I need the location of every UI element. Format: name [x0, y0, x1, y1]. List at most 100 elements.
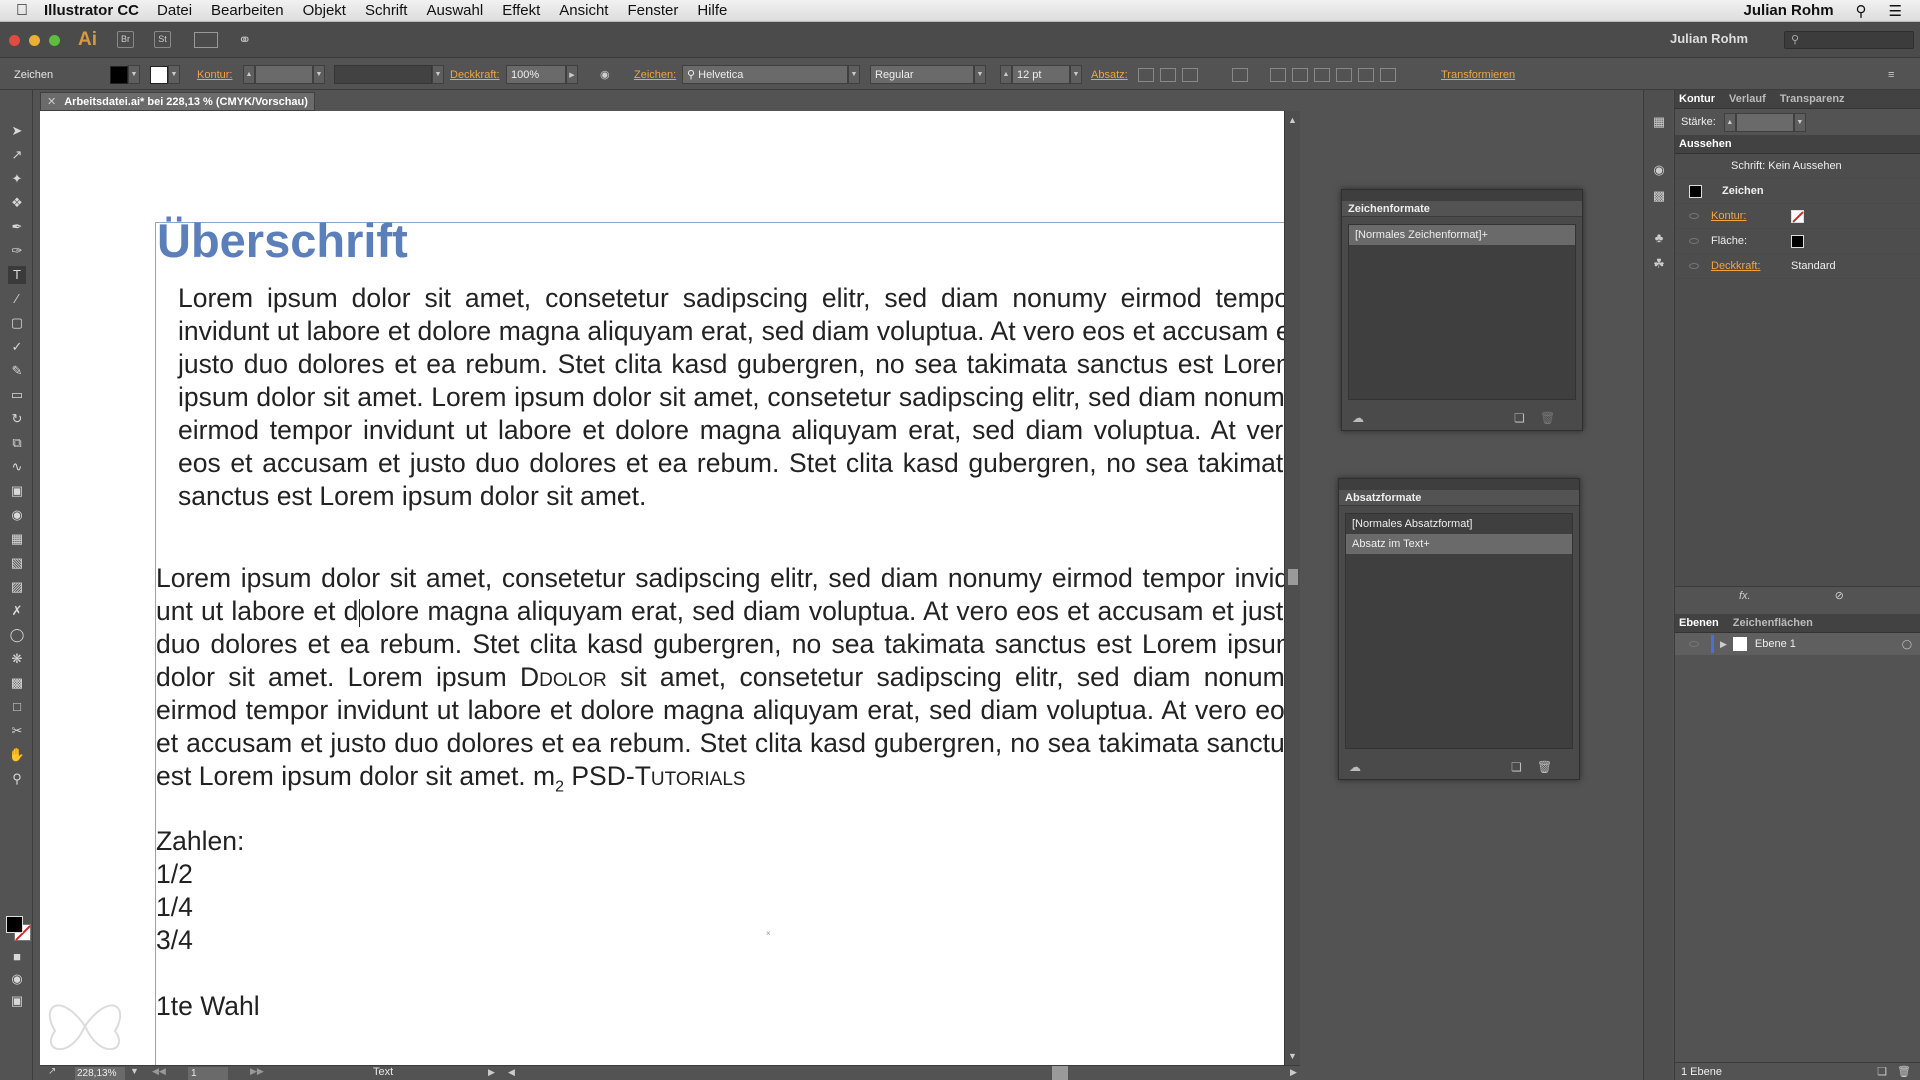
numbers-block[interactable]: Zahlen: 1/2 1/4 3/4 1te Wahl	[156, 825, 756, 1023]
spotlight-search-icon[interactable]: ⚲	[1856, 2, 1867, 20]
gradient-tool-icon[interactable]: ▨	[8, 578, 26, 596]
screen-mode-icon[interactable]: ▣	[8, 992, 26, 1010]
appearance-schrift-row[interactable]: Schrift: Kein Aussehen	[1675, 154, 1920, 179]
align-center-icon[interactable]	[1160, 67, 1176, 82]
help-search-input[interactable]: ⚲	[1784, 31, 1914, 49]
new-layer-icon[interactable]: ❏	[1877, 1065, 1887, 1078]
menu-fenster[interactable]: Fenster	[627, 2, 678, 19]
scroll-right-arrow-icon[interactable]: ▶	[1290, 1067, 1297, 1078]
eraser-tool-icon[interactable]: ▭	[8, 386, 26, 404]
absatzformate-tab[interactable]: Absatzformate	[1339, 490, 1579, 506]
add-effect-button[interactable]: fx.	[1739, 590, 1751, 602]
font-style-dropdown[interactable]: ▼	[974, 65, 986, 84]
zoom-tool-icon[interactable]: ⚲	[8, 770, 26, 788]
gpu-performance-icon[interactable]: ⚭	[238, 30, 251, 50]
status-menu-arrow-icon[interactable]: ▶	[488, 1067, 495, 1078]
bridge-button[interactable]: Br	[117, 31, 134, 48]
horizontal-scroll-thumb[interactable]	[1052, 1066, 1068, 1080]
zeichenformate-tab[interactable]: Zeichenformate	[1342, 201, 1582, 217]
staerke-field[interactable]	[1735, 112, 1794, 132]
staerke-dropdown[interactable]: ▼	[1793, 112, 1806, 132]
list-item-zeichenformat[interactable]: [Normales Zeichenformat]+	[1349, 225, 1575, 245]
workspace-switcher[interactable]: Julian Rohm	[1670, 31, 1748, 46]
free-transform-tool-icon[interactable]: ▣	[8, 482, 26, 500]
symbol-sprayer-tool-icon[interactable]: ❋	[8, 650, 26, 668]
app-name-menu[interactable]: Illustrator CC	[44, 2, 139, 19]
menu-bearbeiten[interactable]: Bearbeiten	[211, 2, 284, 19]
font-size-dropdown[interactable]: ▼	[1070, 65, 1082, 84]
shape-builder-tool-icon[interactable]: ◉	[8, 506, 26, 524]
layer-row[interactable]: ▶ Ebene 1 ◯	[1675, 633, 1920, 655]
deckkraft-link[interactable]: Deckkraft:	[1711, 260, 1791, 272]
tab-aussehen[interactable]: Aussehen	[1679, 138, 1732, 150]
vertical-scroll-thumb[interactable]	[1288, 569, 1298, 585]
arrange-documents-button[interactable]	[194, 32, 218, 48]
line-tool-icon[interactable]: ∕	[8, 290, 26, 308]
align-top-edges-icon[interactable]	[1336, 67, 1352, 82]
close-document-icon[interactable]: ✕	[47, 95, 56, 108]
panel-header[interactable]	[1342, 190, 1582, 201]
menu-datei[interactable]: Datei	[157, 2, 192, 19]
control-panel-menu-icon[interactable]: ≡	[1888, 69, 1894, 81]
blend-tool-icon[interactable]: ◯	[8, 626, 26, 644]
recolor-icon[interactable]: ◉	[600, 68, 610, 81]
rotate-tool-icon[interactable]: ↻	[8, 410, 26, 428]
swatches-icon[interactable]: ◉	[1651, 162, 1667, 178]
font-style-field[interactable]: Regular	[870, 65, 974, 84]
menu-schrift[interactable]: Schrift	[365, 2, 408, 19]
window-minimize-button[interactable]	[29, 35, 40, 46]
align-vertical-center-icon[interactable]	[1358, 67, 1374, 82]
warp-tool-icon[interactable]: ∿	[8, 458, 26, 476]
column-graph-tool-icon[interactable]: ▩	[8, 674, 26, 692]
list-item-absatzformat[interactable]: Absatz im Text+	[1346, 534, 1572, 554]
magic-wand-tool-icon[interactable]: ✦	[8, 170, 26, 188]
zeichen-label-link[interactable]: Zeichen:	[634, 69, 676, 81]
new-style-icon[interactable]: ❏	[1511, 760, 1522, 774]
layer-name[interactable]: Ebene 1	[1755, 638, 1796, 650]
scroll-down-arrow-icon[interactable]: ▼	[1288, 1051, 1297, 1061]
rectangle-tool-icon[interactable]: ▢	[8, 314, 26, 332]
transformieren-link[interactable]: Transformieren	[1441, 69, 1515, 81]
align-left-edges-icon[interactable]	[1270, 67, 1286, 82]
align-left-icon[interactable]	[1138, 67, 1154, 82]
selection-tool-icon[interactable]: ➤	[8, 122, 26, 140]
menu-hilfe[interactable]: Hilfe	[697, 2, 727, 19]
document-heading[interactable]: Überschrift	[157, 213, 408, 268]
status-mode-text[interactable]: Text	[373, 1066, 393, 1078]
menu-objekt[interactable]: Objekt	[303, 2, 346, 19]
tab-verlauf[interactable]: Verlauf	[1729, 93, 1766, 105]
delete-style-icon[interactable]: 🗑	[1540, 411, 1555, 425]
delete-style-icon[interactable]: 🗑	[1537, 760, 1552, 774]
pen-tool-icon[interactable]: ✒	[8, 218, 26, 236]
fill-color-swatch[interactable]	[110, 65, 128, 84]
stock-button[interactable]: St	[154, 31, 171, 48]
kontur-label-link[interactable]: Kontur:	[197, 69, 232, 81]
new-style-icon[interactable]: ❏	[1514, 411, 1525, 425]
window-close-button[interactable]	[9, 35, 20, 46]
direct-selection-tool-icon[interactable]: ↗	[8, 146, 26, 164]
slice-tool-icon[interactable]: ✂	[8, 722, 26, 740]
artboard-canvas[interactable]: Überschrift Lorem ipsum dolor sit amet, …	[40, 111, 1284, 1065]
list-item-absatzformat[interactable]: [Normales Absatzformat]	[1346, 514, 1572, 534]
font-size-stepper[interactable]: ▲	[1000, 65, 1012, 84]
tab-zeichenflaechen[interactable]: Zeichenflächen	[1733, 617, 1813, 629]
scale-tool-icon[interactable]: ⧉	[8, 434, 26, 452]
cloud-library-icon[interactable]: ☁	[1352, 411, 1364, 425]
lasso-tool-icon[interactable]: ❖	[8, 194, 26, 212]
stroke-dropdown-arrow[interactable]: ▼	[168, 65, 180, 84]
kontur-stepper[interactable]: ▲	[243, 65, 255, 84]
absatz-label-link[interactable]: Absatz:	[1091, 69, 1128, 81]
symbols-icon[interactable]: ♣	[1651, 230, 1667, 246]
tab-transparenz[interactable]: Transparenz	[1780, 93, 1845, 105]
deckkraft-arrow[interactable]: ▶	[566, 65, 578, 84]
brushes-icon[interactable]: ▩	[1651, 188, 1667, 204]
layer-target-icon[interactable]: ◯	[1902, 639, 1912, 650]
staerke-stepper[interactable]: ▲	[1723, 112, 1736, 132]
zoom-dropdown-icon[interactable]: ▼	[130, 1066, 139, 1076]
font-family-field[interactable]: ⚲ Helvetica	[682, 65, 848, 84]
artboard-tool-icon[interactable]: □	[8, 698, 26, 716]
paragraph-main[interactable]: Lorem ipsum dolor sit amet, consetetur s…	[156, 562, 1284, 803]
menu-auswahl[interactable]: Auswahl	[426, 2, 483, 19]
align-horizontal-center-icon[interactable]	[1292, 67, 1308, 82]
document-tab[interactable]: ✕ Arbeitsdatei.ai* bei 228,13 % (CMYK/Vo…	[40, 92, 315, 111]
